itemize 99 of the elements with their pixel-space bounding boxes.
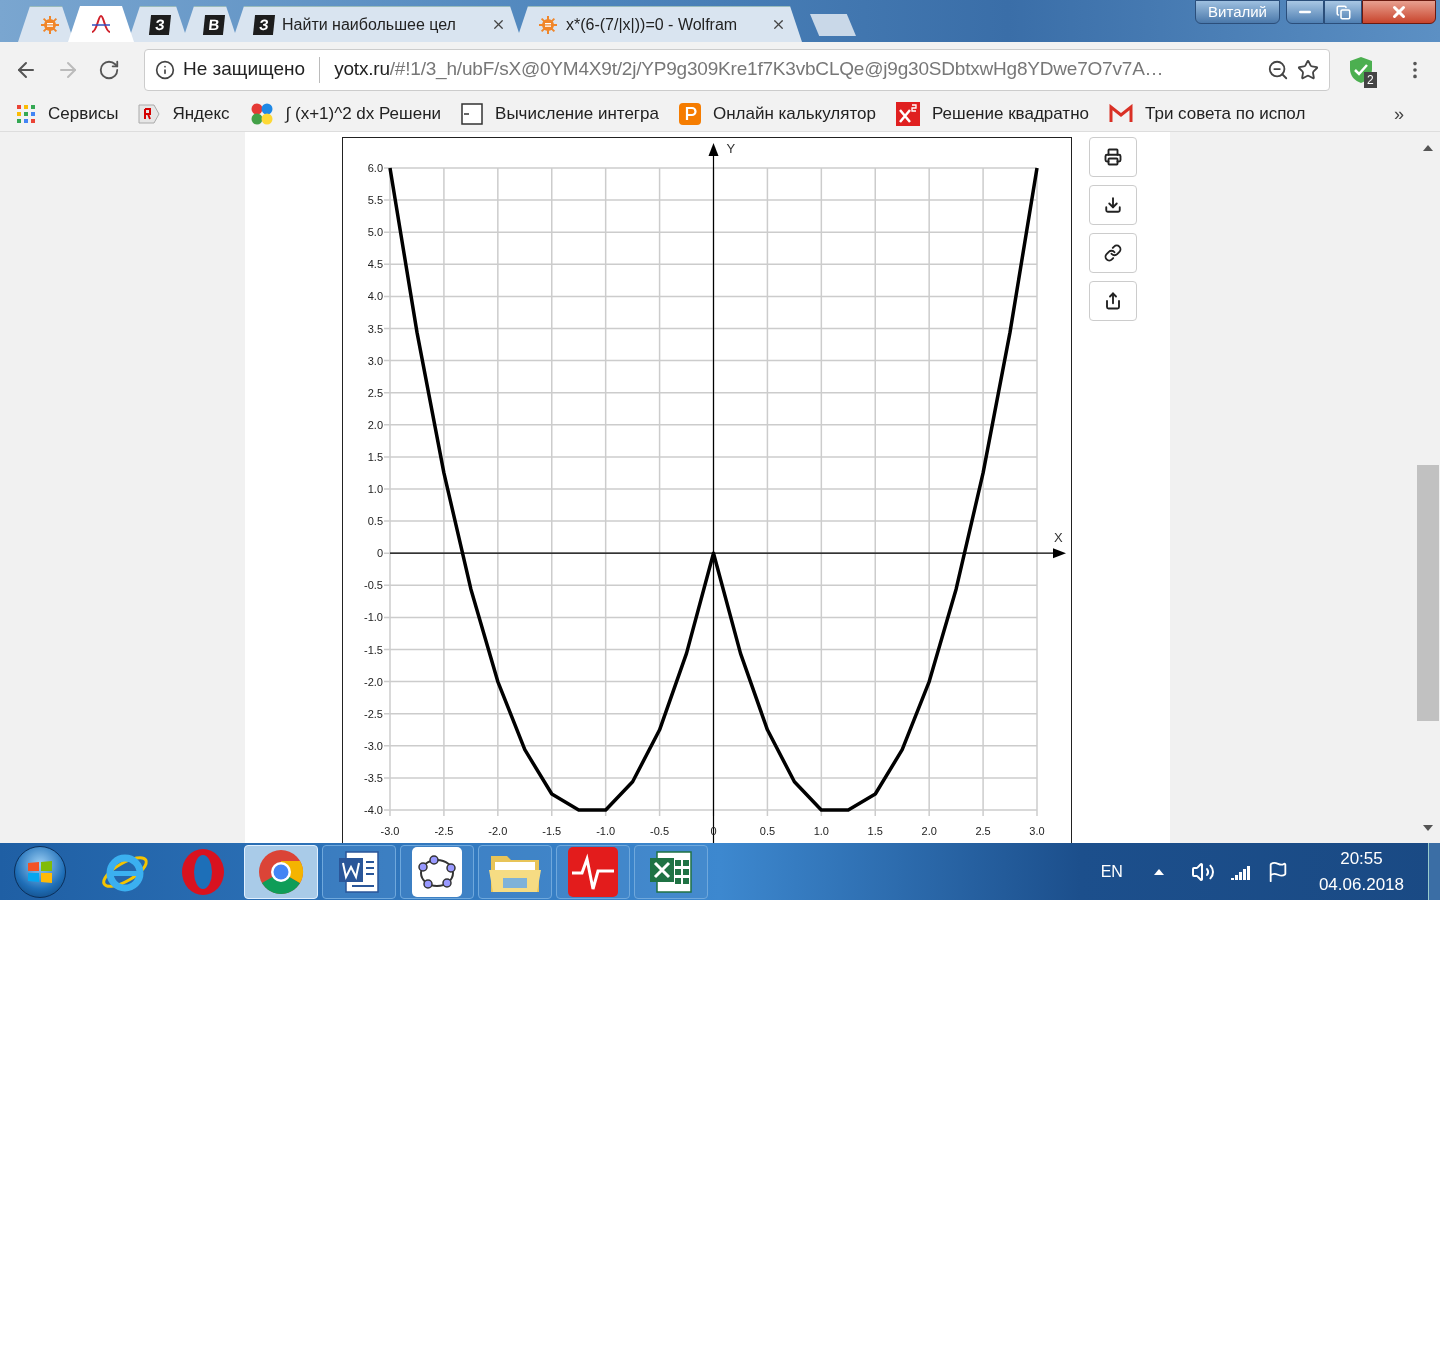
tick-label: 3.0 (1029, 825, 1045, 837)
tick-label: 1.0 (367, 483, 383, 495)
bookmark-item[interactable]: ∫ (x+1)^2 dx Решени (249, 101, 442, 127)
security-label[interactable]: Не защищено (183, 55, 306, 84)
sun-icon (538, 14, 558, 35)
bookmark-item[interactable]: Онлайн калькулятор (678, 101, 876, 127)
bookmark-item[interactable]: Яндекс (138, 101, 230, 127)
tick-label: 2.0 (367, 418, 383, 431)
tick-label: -0.5 (364, 579, 383, 592)
peak-curve-icon (90, 14, 112, 34)
show-desktop-button[interactable] (1428, 843, 1440, 900)
tick-label: 1.5 (867, 825, 883, 837)
tick-label: 3.0 (367, 354, 383, 367)
pulse-tile-icon (568, 846, 618, 897)
sun-icon (40, 14, 60, 35)
language-indicator[interactable]: EN (1100, 859, 1123, 884)
tick-label: 2.5 (367, 386, 383, 399)
signal-bars-icon[interactable] (1230, 863, 1251, 880)
more-bookmarks-button[interactable]: » (1394, 100, 1404, 128)
tick-label: 3.5 (367, 322, 383, 335)
show-hidden-icons-icon[interactable] (1152, 867, 1165, 876)
tick-label: -3.0 (380, 825, 400, 837)
mail-icon (1109, 104, 1133, 124)
bookmark-item[interactable]: Сервисы (16, 101, 119, 127)
taskbar-app-button[interactable] (322, 844, 396, 899)
tick-label: 0 (376, 547, 383, 560)
tick-label: -0.5 (650, 825, 670, 837)
taskbar-app-button[interactable] (400, 844, 474, 899)
tag-icon (138, 103, 161, 125)
tick-label: 0 (710, 825, 717, 837)
tick-label: -2.5 (364, 707, 383, 720)
tick-label: 1.5 (367, 450, 383, 463)
print-button[interactable] (1089, 137, 1137, 177)
tick-label: 0.5 (367, 515, 383, 528)
clock[interactable]: 20:55 04.06.2018 (1318, 845, 1404, 898)
tick-label: -1.0 (596, 825, 616, 837)
bookmark-item[interactable]: Вычисление интегра (461, 101, 659, 127)
tick-label: 6.0 (367, 162, 383, 174)
tick-label: -2.5 (434, 825, 454, 837)
windows-logo-icon (27, 859, 53, 884)
tick-label: 5.5 (367, 194, 383, 207)
four-dots-icon (249, 102, 274, 126)
favicon-letter: З (252, 14, 276, 35)
tick-label: 4.0 (367, 290, 383, 303)
tick-label: -3.5 (364, 771, 383, 784)
bookmark-star-icon[interactable] (1297, 58, 1319, 81)
favicon-letter: В (202, 14, 226, 35)
print-icon[interactable] (1104, 148, 1122, 166)
tick-label: 5.0 (367, 226, 383, 239)
extension-badge: 2 (1364, 71, 1377, 88)
tick-label: -1.0 (364, 611, 383, 624)
tick-label: 2.0 (921, 825, 937, 837)
share-icon[interactable] (1104, 292, 1122, 310)
taskbar-app-button[interactable] (634, 844, 708, 899)
bracket-square-icon (461, 103, 484, 125)
close-tab-icon[interactable] (771, 17, 786, 32)
chrome-icon (257, 847, 305, 896)
share-button[interactable] (1089, 281, 1137, 321)
tick-label: -1.5 (542, 825, 562, 837)
scroll-up-icon[interactable] (1421, 144, 1434, 152)
favicon-letter: З (148, 14, 172, 35)
address-bar[interactable]: Не защищено yotx.ru/#!1/3_h/ubF/sX@0YM4X9t/2j/YP9g309Kre1f7K3vbCLQe@j9g30SDbtxwHg8YDwe7O7v7A… (144, 48, 1330, 91)
bookmark-item[interactable]: Три совета по испол (1109, 101, 1306, 127)
close-button[interactable] (1362, 0, 1436, 24)
scrollbar-thumb[interactable] (1416, 465, 1439, 721)
zoom-icon[interactable] (1267, 58, 1289, 81)
tick-label: 1.0 (813, 825, 829, 837)
browser-tab[interactable] (68, 6, 134, 42)
download-button[interactable] (1089, 185, 1137, 225)
maximize-button[interactable] (1324, 0, 1362, 24)
info-icon[interactable] (155, 59, 175, 80)
pentagon-dots-icon (412, 846, 462, 897)
download-icon[interactable] (1104, 196, 1122, 214)
axis-label: X (1054, 530, 1063, 546)
axis-label: Y (726, 141, 736, 156)
url-text[interactable]: yotx.ru/#!1/3_h/ubF/sX@0YM4X9t/2j/YP9g309Kre1f7K3vbCLQe@j9g30SDbtxwHg8YDwe7O7v7A… (334, 55, 1259, 84)
tick-label: 0.5 (759, 825, 776, 837)
tick-label: -2.0 (364, 675, 383, 688)
scroll-down-icon[interactable] (1421, 824, 1434, 832)
link-icon[interactable] (1104, 244, 1122, 262)
apps-grid-icon (16, 104, 36, 124)
bookmark-item[interactable]: Решение квадратно (896, 101, 1089, 127)
reload-icon[interactable] (98, 58, 120, 81)
tick-label: -4.0 (364, 804, 383, 816)
link-button[interactable] (1089, 233, 1137, 273)
browser-tab[interactable]: x*(6-(7/|x|))=0 - Wolfram (516, 6, 802, 42)
ring-o-icon (179, 846, 227, 897)
close-icon[interactable] (1390, 3, 1408, 21)
minimize-button[interactable] (1286, 0, 1324, 24)
x-squared-icon (896, 102, 920, 126)
tick-label: 4.5 (367, 258, 383, 271)
p-tile-icon (678, 103, 701, 125)
tick-label: 2.5 (975, 825, 991, 837)
start-button[interactable] (14, 845, 66, 898)
tick-label: -3.0 (364, 739, 383, 752)
tick-label: -1.5 (364, 643, 383, 656)
restore-icon[interactable] (1335, 4, 1351, 20)
close-tab-icon[interactable] (491, 17, 506, 32)
tick-label: -2.0 (488, 825, 508, 837)
